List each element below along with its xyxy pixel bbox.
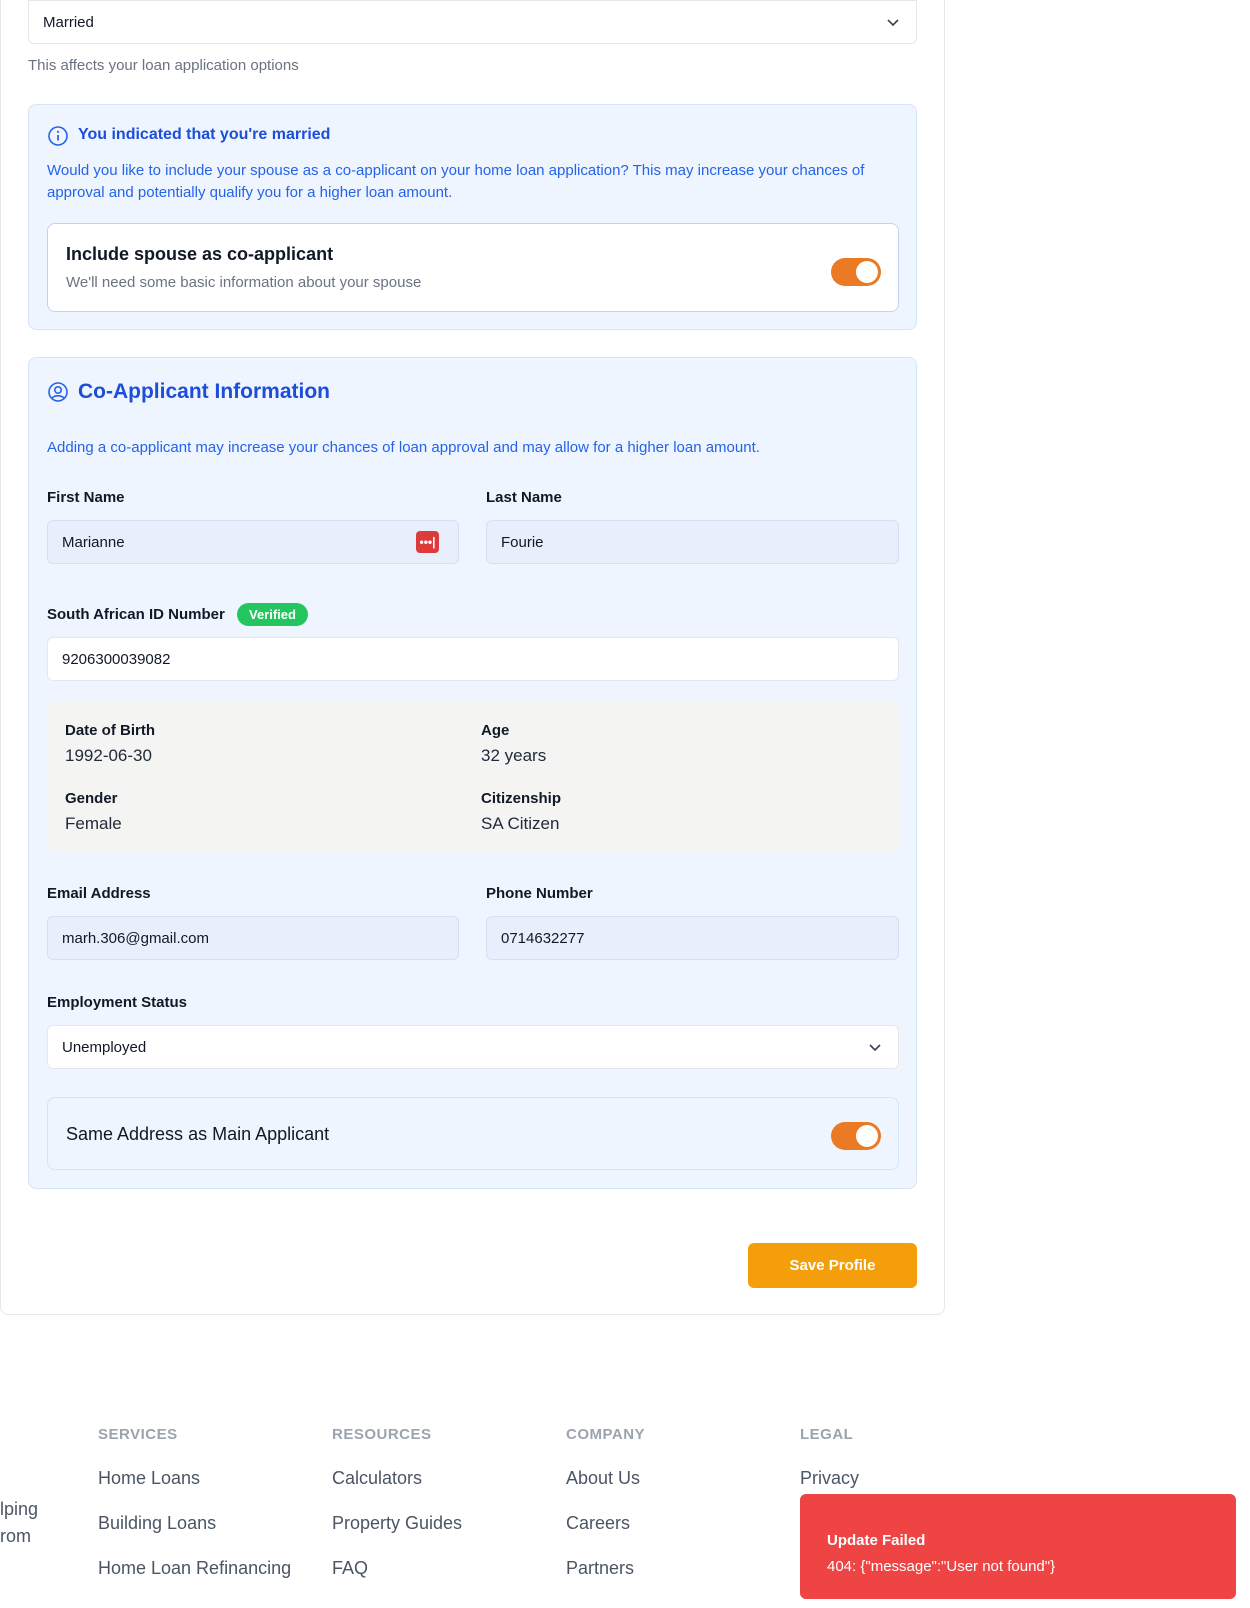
employment-value: Unemployed [62,1038,147,1056]
same-address-label: Same Address as Main Applicant [66,1124,330,1144]
phone-input[interactable]: 0714632277 [486,916,899,960]
include-spouse-title: Include spouse as co-applicant [66,244,334,264]
footer-link[interactable]: Calculators [332,1468,422,1489]
footer-about-fragment: lping [0,1499,39,1519]
footer-heading-company: COMPANY [566,1426,646,1443]
chevron-down-icon [887,19,899,27]
footer-link[interactable]: Property Guides [332,1513,462,1534]
user-circle-icon [48,382,68,402]
footer-link[interactable]: Home Loans [98,1468,200,1489]
toggle-knob [856,261,878,283]
footer-heading-resources: RESOURCES [332,1426,432,1443]
dob-value: 1992-06-30 [65,746,152,765]
marital-status-select[interactable]: Married [28,0,917,44]
marital-status-value: Married [43,13,94,31]
same-address-toggle[interactable] [831,1122,881,1150]
co-applicant-section: Co-Applicant Information Adding a co-app… [28,357,917,1189]
dob-label: Date of Birth [65,722,155,739]
co-applicant-intro: Adding a co-applicant may increase your … [47,439,760,456]
co-applicant-title: Co-Applicant Information [78,380,330,403]
email-value: marh.306@gmail.com [62,929,209,947]
footer-link[interactable]: Home Loan Refinancing [98,1558,291,1579]
phone-value: 0714632277 [501,929,585,947]
last-name-label: Last Name [486,489,562,506]
include-spouse-option: Include spouse as co-applicant We'll nee… [47,223,899,312]
password-manager-icon[interactable]: •••| [416,531,439,553]
footer-link[interactable]: Partners [566,1558,634,1579]
age-label: Age [481,722,510,739]
spouse-notice-body: Would you like to include your spouse as… [47,162,865,201]
footer-heading-services: SERVICES [98,1426,178,1443]
verified-badge: Verified [237,603,308,626]
citizenship-label: Citizenship [481,790,562,807]
chevron-down-icon [869,1044,881,1052]
toast-message: 404: {"message":"User not found"} [827,1558,1056,1575]
include-spouse-subtitle: We'll need some basic information about … [66,274,422,291]
same-address-option: Same Address as Main Applicant [47,1097,899,1170]
save-profile-button[interactable]: Save Profile [748,1243,917,1288]
first-name-label: First Name [47,489,125,506]
employment-label: Employment Status [47,994,188,1011]
employment-select[interactable]: Unemployed [47,1025,899,1069]
id-number-input[interactable]: 9206300039082 [47,637,899,681]
id-details-box: Date of Birth 1992-06-30 Age 32 years Ge… [47,702,899,852]
email-input[interactable]: marh.306@gmail.com [47,916,459,960]
footer-about-fragment: rom [0,1526,31,1546]
first-name-input[interactable]: Marianne •••| [47,520,459,564]
gender-value: Female [65,814,122,833]
id-number-label: South African ID Number [47,606,225,623]
toggle-knob [856,1125,878,1147]
footer-link[interactable]: Careers [566,1513,630,1534]
email-label: Email Address [47,885,151,902]
age-value: 32 years [481,746,547,765]
last-name-input[interactable]: Fourie [486,520,899,564]
include-spouse-toggle[interactable] [831,258,881,286]
spouse-notice-panel: You indicated that you're married Would … [28,104,917,330]
first-name-value: Marianne [62,533,125,551]
spouse-notice-title: You indicated that you're married [78,126,331,143]
error-toast[interactable]: Update Failed 404: {"message":"User not … [800,1494,1236,1599]
marital-helper-text: This affects your loan application optio… [28,57,299,74]
footer-link[interactable]: Privacy [800,1468,859,1489]
footer-link[interactable]: FAQ [332,1558,368,1579]
last-name-value: Fourie [501,533,544,551]
phone-label: Phone Number [486,885,593,902]
footer-heading-legal: LEGAL [800,1426,854,1443]
toast-title: Update Failed [827,1532,926,1549]
id-number-value: 9206300039082 [62,650,171,668]
citizenship-value: SA Citizen [481,814,560,833]
gender-label: Gender [65,790,118,807]
footer-link[interactable]: About Us [566,1468,640,1489]
info-icon [48,126,68,146]
footer-link[interactable]: Building Loans [98,1513,216,1534]
